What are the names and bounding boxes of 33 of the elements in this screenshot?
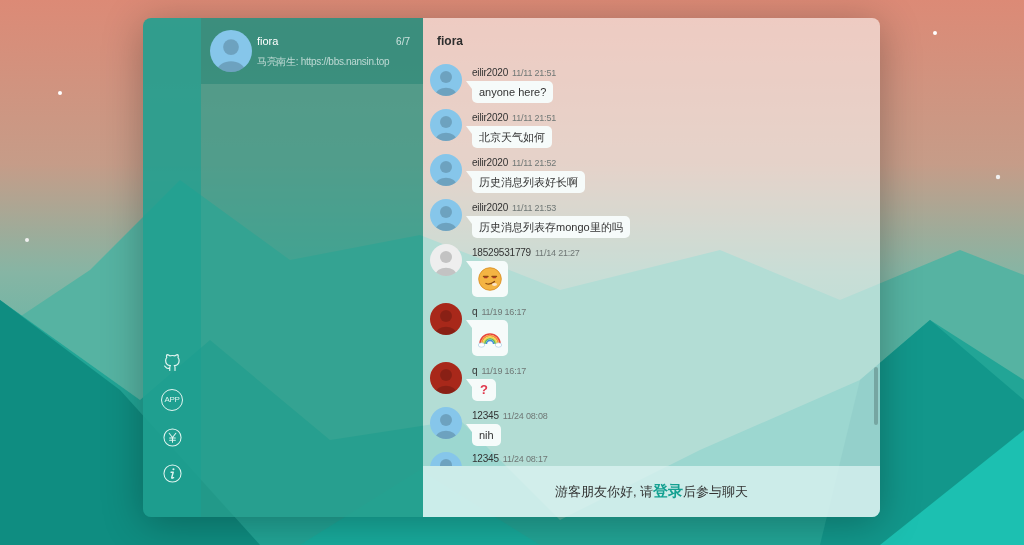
message-time: 11/14 21:27 [535, 247, 580, 260]
yen-circle-icon [162, 427, 182, 447]
guest-notice: 游客朋友你好, 请登录后参与聊天 [554, 481, 749, 502]
github-icon [163, 354, 181, 372]
message-time: 11/24 08:17 [502, 453, 548, 466]
message-time: 11/11 21:53 [512, 202, 557, 215]
reward-button[interactable] [162, 427, 182, 447]
sender-name: eilir2020 [472, 66, 508, 79]
info-icon [162, 463, 182, 483]
message-time: 11/11 21:51 [512, 112, 557, 125]
smirk-face-icon [478, 267, 502, 291]
message-time: 11/19 16:17 [481, 306, 527, 319]
sender-name: q [472, 364, 478, 377]
sender-name: eilir2020 [472, 201, 508, 214]
message-time: 11/11 21:51 [512, 67, 557, 80]
sender-name: 18529531779 [472, 246, 531, 259]
github-button[interactable] [162, 353, 182, 373]
contact-time: 6/7 [396, 34, 410, 49]
message-time: 11/11 21:52 [512, 157, 557, 170]
sender-name: 12345 [472, 452, 499, 465]
message-time: 11/24 08:08 [502, 410, 548, 423]
message-preview: 马亮南生: https://bbs.nansin.top [257, 55, 391, 70]
sender-name: q [472, 305, 478, 318]
contact-item[interactable]: fiora 6/7 马亮南生: https://bbs.nansin.top [201, 18, 423, 84]
message-time: 11/19 16:17 [481, 365, 527, 378]
chat-title: fiora [437, 33, 463, 50]
sender-name: eilir2020 [472, 156, 508, 169]
info-button[interactable] [162, 463, 182, 483]
sender-name: 12345 [472, 409, 499, 422]
contact-name: fiora [257, 33, 279, 49]
login-link[interactable]: 登录 [653, 482, 684, 500]
scrollbar-thumb[interactable] [874, 367, 878, 425]
sender-name: eilir2020 [472, 111, 508, 124]
